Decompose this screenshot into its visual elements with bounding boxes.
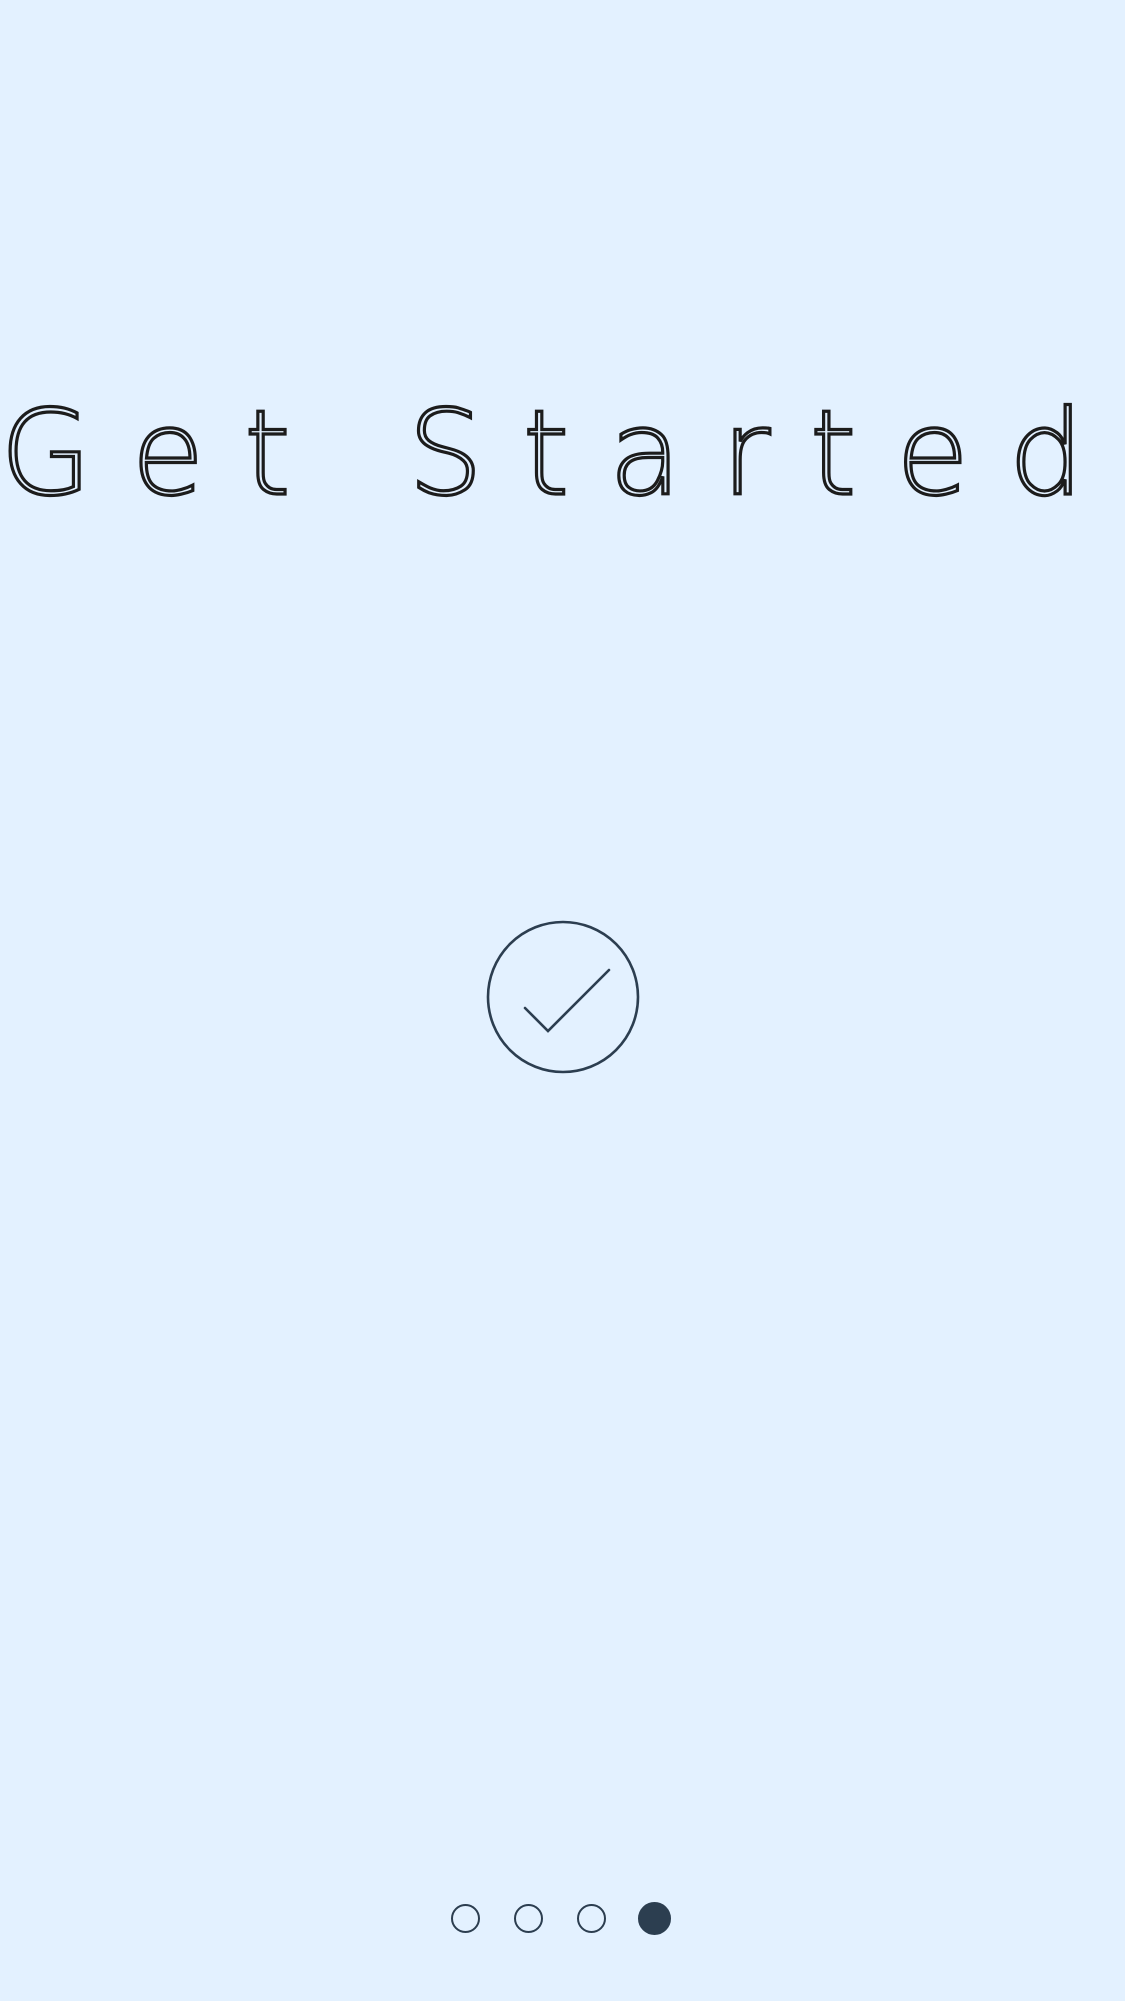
page-dot-3[interactable]: [577, 1904, 606, 1933]
page-dot-4-active[interactable]: [638, 1902, 671, 1935]
checkmark-stroke: [523, 968, 611, 1033]
page-dot-2[interactable]: [514, 1904, 543, 1933]
check-circle-outline: [486, 920, 640, 1074]
check-circle-icon: [485, 919, 641, 1075]
title-svg: Get Started: [0, 382, 1124, 523]
page-title: Get Started: [0, 384, 1124, 522]
onboarding-screen: Get Started: [0, 0, 1125, 2001]
page-indicator: [448, 1902, 678, 1938]
title-container: Get Started: [0, 370, 1125, 530]
page-dot-1[interactable]: [451, 1904, 480, 1933]
